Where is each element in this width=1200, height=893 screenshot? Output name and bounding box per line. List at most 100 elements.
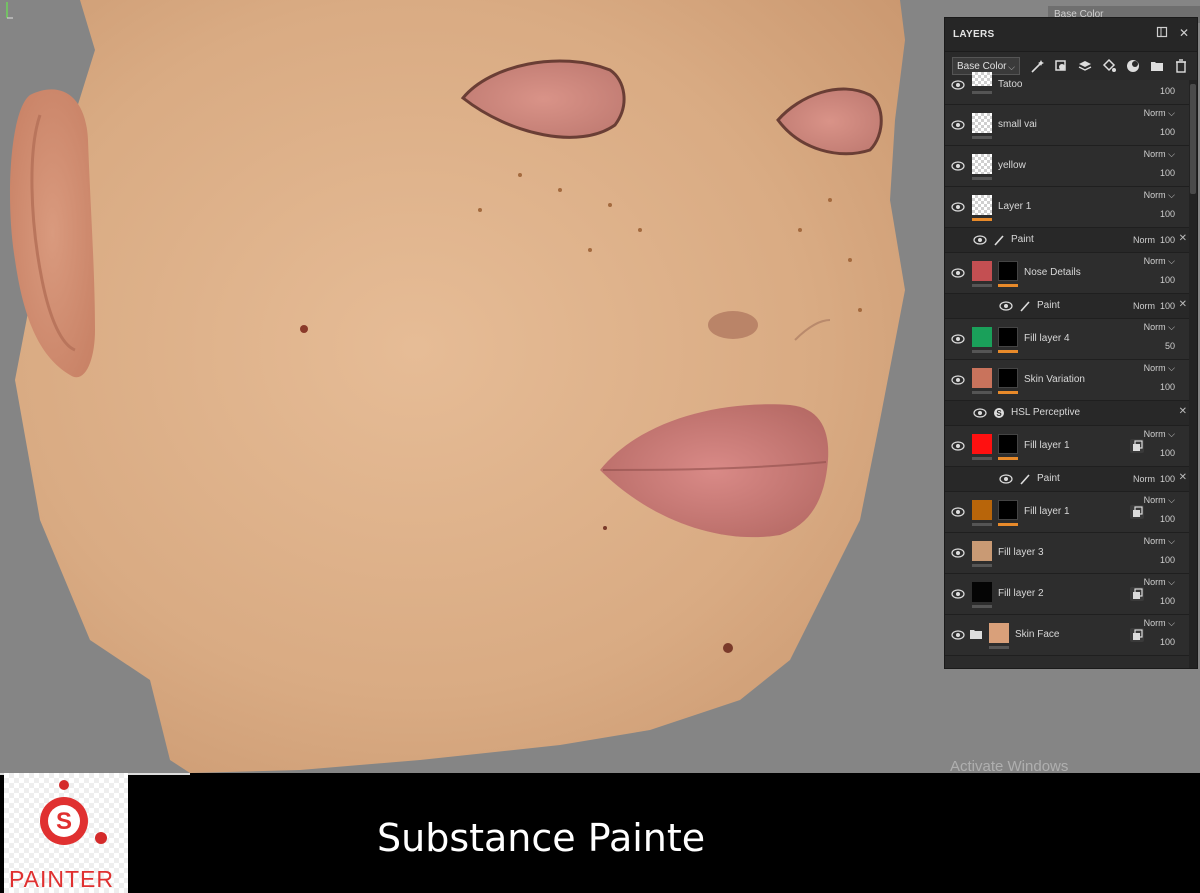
eye-icon[interactable] (951, 630, 965, 640)
layer-blend-mode[interactable]: Norm ⌵ (1144, 429, 1175, 440)
add-fill-layer-icon[interactable] (1101, 58, 1117, 74)
instance-icon[interactable] (1129, 438, 1145, 454)
layer-blend-mode[interactable]: Norm ⌵ (1144, 322, 1175, 333)
magic-wand-icon[interactable] (1029, 58, 1045, 74)
layer-thumbnail-bar (972, 91, 992, 94)
eye-icon[interactable] (951, 507, 965, 517)
eye-icon[interactable] (951, 375, 965, 385)
layer-blend-mode[interactable]: Norm ⌵ (1144, 577, 1175, 588)
mask-thumbnail[interactable] (998, 368, 1018, 388)
channel-select-value: Base Color (957, 61, 1007, 72)
layer-blend-mode[interactable]: Norm ⌵ (1144, 536, 1175, 547)
layer-row[interactable]: small vai Norm ⌵ 100 (945, 105, 1189, 146)
folder-row[interactable]: Skin Face Norm ⌵ 100 (945, 615, 1189, 656)
eye-icon[interactable] (999, 474, 1013, 484)
layer-name: Fill layer 1 (1024, 440, 1070, 451)
layer-row[interactable]: Skin Variation Norm ⌵ 100 (945, 360, 1189, 401)
eye-icon[interactable] (951, 161, 965, 171)
effect-name: Paint (1037, 473, 1060, 484)
effect-opacity[interactable]: 100 (1160, 474, 1175, 484)
add-smart-material-icon[interactable] (1053, 58, 1069, 74)
layer-row[interactable]: Fill layer 4 Norm ⌵ 50 (945, 319, 1189, 360)
eye-icon[interactable] (973, 235, 987, 245)
blend-mode-value: Norm (1143, 149, 1166, 159)
mask-thumbnail[interactable] (998, 261, 1018, 281)
layer-opacity[interactable]: 100 (1160, 209, 1175, 219)
eye-icon[interactable] (951, 334, 965, 344)
scrollbar-thumb[interactable] (1190, 84, 1196, 194)
eye-icon[interactable] (951, 589, 965, 599)
add-folder-icon[interactable] (1149, 58, 1165, 74)
layer-row[interactable]: Fill layer 2 Norm ⌵ 100 (945, 574, 1189, 615)
eye-icon[interactable] (951, 268, 965, 278)
close-icon[interactable]: ✕ (1179, 299, 1187, 310)
eye-icon[interactable] (951, 80, 965, 90)
instance-icon[interactable] (1129, 627, 1145, 643)
layer-opacity[interactable]: 100 (1160, 448, 1175, 458)
layer-blend-mode[interactable]: Norm ⌵ (1144, 256, 1175, 267)
add-layer-icon[interactable] (1077, 58, 1093, 74)
layer-opacity[interactable]: 100 (1160, 596, 1175, 606)
folder-icon[interactable] (969, 629, 983, 640)
effect-blend-mode[interactable]: Norm (1133, 474, 1155, 484)
layer-thumbnail (972, 261, 992, 281)
layer-blend-mode[interactable]: Norm ⌵ (1144, 149, 1175, 160)
layer-opacity[interactable]: 100 (1160, 168, 1175, 178)
effect-opacity[interactable]: 100 (1160, 301, 1175, 311)
eye-icon[interactable] (951, 120, 965, 130)
layer-effect-row[interactable]: Paint Norm 100 ✕ (945, 294, 1189, 319)
blend-mode-value: Norm (1143, 536, 1166, 546)
layer-thumbnail (972, 500, 992, 520)
eye-icon[interactable] (951, 202, 965, 212)
layer-row[interactable]: Fill layer 1 Norm ⌵ 100 (945, 426, 1189, 467)
close-icon[interactable]: ✕ (1179, 472, 1187, 483)
effect-opacity[interactable]: 100 (1160, 235, 1175, 245)
eye-icon[interactable] (973, 408, 987, 418)
close-icon[interactable]: ✕ (1179, 233, 1187, 244)
layer-opacity[interactable]: 100 (1160, 275, 1175, 285)
trash-icon[interactable] (1173, 58, 1189, 74)
add-effect-icon[interactable] (1125, 58, 1141, 74)
eye-icon[interactable] (999, 301, 1013, 311)
layer-row[interactable]: Fill layer 1 Norm ⌵ 100 (945, 492, 1189, 533)
layer-row[interactable]: Fill layer 3 Norm ⌵ 100 (945, 533, 1189, 574)
layer-blend-mode[interactable]: Norm ⌵ (1144, 190, 1175, 201)
instance-icon[interactable] (1129, 586, 1145, 602)
layer-opacity[interactable]: 100 (1160, 555, 1175, 565)
layer-row[interactable]: Nose Details Norm ⌵ 100 (945, 253, 1189, 294)
layer-thumbnail-bar (972, 218, 992, 221)
mask-thumbnail[interactable] (998, 500, 1018, 520)
instance-icon[interactable] (1129, 504, 1145, 520)
layer-row[interactable]: yellow Norm ⌵ 100 (945, 146, 1189, 187)
eye-icon[interactable] (951, 441, 965, 451)
layer-row[interactable]: Layer 1 Norm ⌵ 100 (945, 187, 1189, 228)
layer-opacity[interactable]: 100 (1160, 127, 1175, 137)
mask-thumbnail[interactable] (998, 434, 1018, 454)
layer-name: Tatoo (998, 79, 1023, 90)
layer-blend-mode[interactable]: Norm ⌵ (1144, 108, 1175, 119)
substance-painter-logo: S PAINTER (4, 773, 128, 893)
layer-effect-row[interactable]: Paint Norm 100 ✕ (945, 228, 1189, 253)
layers-scrollbar[interactable] (1189, 80, 1197, 668)
layer-opacity[interactable]: 100 (1160, 514, 1175, 524)
layer-opacity[interactable]: 100 (1160, 86, 1175, 96)
layer-opacity[interactable]: 50 (1165, 341, 1175, 351)
layer-thumbnail (972, 582, 992, 602)
layer-blend-mode[interactable]: Norm ⌵ (1144, 618, 1175, 629)
effect-name: HSL Perceptive (1011, 407, 1081, 418)
blend-mode-value: Norm (1143, 322, 1166, 332)
layer-effect-row[interactable]: S HSL Perceptive ✕ (945, 401, 1189, 426)
mask-thumbnail[interactable] (998, 327, 1018, 347)
layer-blend-mode[interactable]: Norm ⌵ (1144, 363, 1175, 374)
effect-blend-mode[interactable]: Norm (1133, 301, 1155, 311)
eye-icon[interactable] (951, 548, 965, 558)
layer-effect-row[interactable]: Paint Norm 100 ✕ (945, 467, 1189, 492)
close-icon[interactable]: ✕ (1179, 406, 1187, 417)
maximize-icon[interactable] (1155, 26, 1169, 40)
layer-row[interactable]: Tatoo 100 (945, 72, 1189, 105)
effect-blend-mode[interactable]: Norm (1133, 235, 1155, 245)
close-icon[interactable]: ✕ (1177, 26, 1191, 40)
layer-blend-mode[interactable]: Norm ⌵ (1144, 495, 1175, 506)
layer-opacity[interactable]: 100 (1160, 637, 1175, 647)
layer-opacity[interactable]: 100 (1160, 382, 1175, 392)
